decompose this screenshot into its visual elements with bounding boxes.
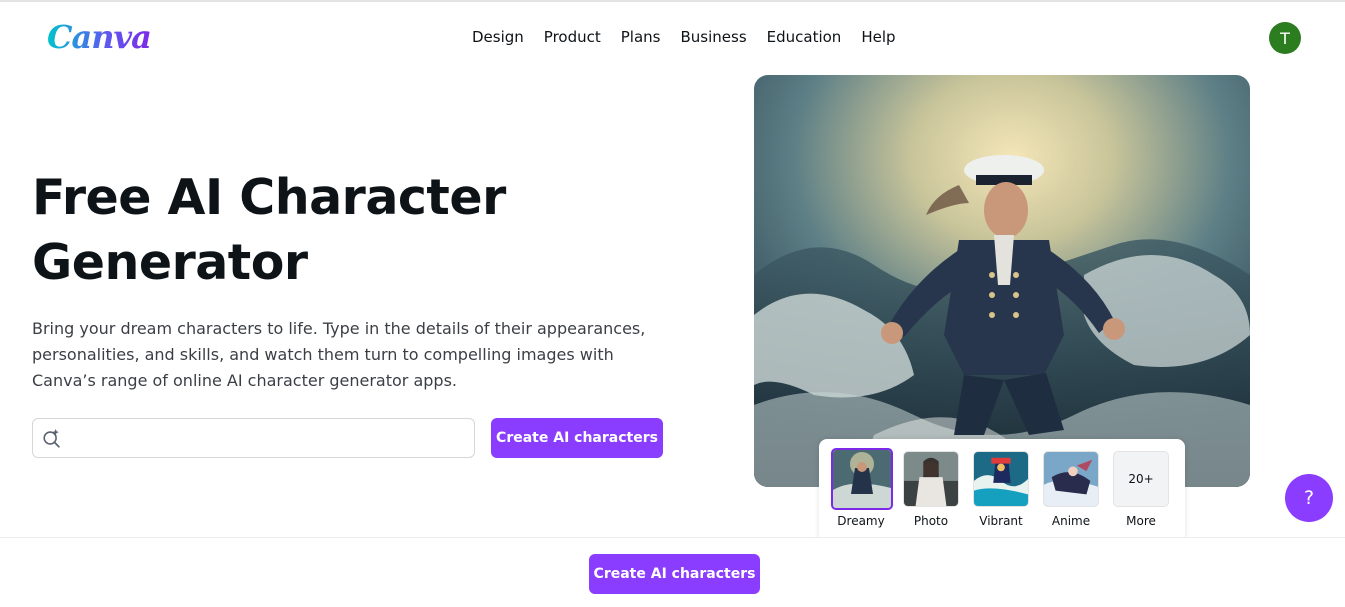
title-line-1: Free AI Character xyxy=(32,169,506,226)
style-option-more[interactable]: 20+ More xyxy=(1111,451,1171,528)
help-button[interactable]: ? xyxy=(1285,474,1333,522)
style-label-more: More xyxy=(1126,514,1156,528)
style-label-dreamy: Dreamy xyxy=(837,514,885,528)
page-title: Free AI Character Generator xyxy=(32,165,592,295)
style-option-vibrant[interactable]: Vibrant xyxy=(971,451,1031,528)
dreamy-thumbnail xyxy=(831,448,893,510)
style-label-vibrant: Vibrant xyxy=(979,514,1023,528)
user-avatar[interactable]: T xyxy=(1269,22,1301,54)
nav-design[interactable]: Design xyxy=(472,28,534,46)
style-option-dreamy[interactable]: Dreamy xyxy=(831,448,893,528)
style-option-anime[interactable]: Anime xyxy=(1041,451,1101,528)
vibrant-thumbnail xyxy=(973,451,1029,507)
sticky-cta-bar: Create AI characters xyxy=(0,537,1345,607)
style-picker: Dreamy Photo Vibrant Anime 20+ More xyxy=(819,439,1185,539)
create-ai-characters-button[interactable]: Create AI characters xyxy=(491,418,663,458)
nav-help[interactable]: Help xyxy=(851,28,905,46)
magic-search-icon xyxy=(43,428,60,448)
style-option-photo[interactable]: Photo xyxy=(901,451,961,528)
main-nav: Design Product Plans Business Education … xyxy=(472,28,906,46)
style-label-photo: Photo xyxy=(913,514,949,528)
anime-thumbnail xyxy=(1043,451,1099,507)
top-divider xyxy=(0,0,1345,2)
sea-captain-illustration xyxy=(754,75,1250,487)
nav-education[interactable]: Education xyxy=(757,28,852,46)
ai-character-hero-image xyxy=(754,75,1250,487)
prompt-input[interactable] xyxy=(73,419,468,457)
canva-logo[interactable]: Canva xyxy=(47,18,152,56)
nav-plans[interactable]: Plans xyxy=(611,28,671,46)
style-label-anime: Anime xyxy=(1051,514,1091,528)
prompt-search-box[interactable] xyxy=(32,418,475,458)
title-line-2: Generator xyxy=(32,234,308,291)
nav-business[interactable]: Business xyxy=(670,28,756,46)
sticky-create-ai-characters-button[interactable]: Create AI characters xyxy=(589,554,760,594)
more-styles-badge: 20+ xyxy=(1113,451,1169,507)
photo-thumbnail xyxy=(903,451,959,507)
nav-product[interactable]: Product xyxy=(534,28,611,46)
hero-description: Bring your dream characters to life. Typ… xyxy=(32,319,646,390)
